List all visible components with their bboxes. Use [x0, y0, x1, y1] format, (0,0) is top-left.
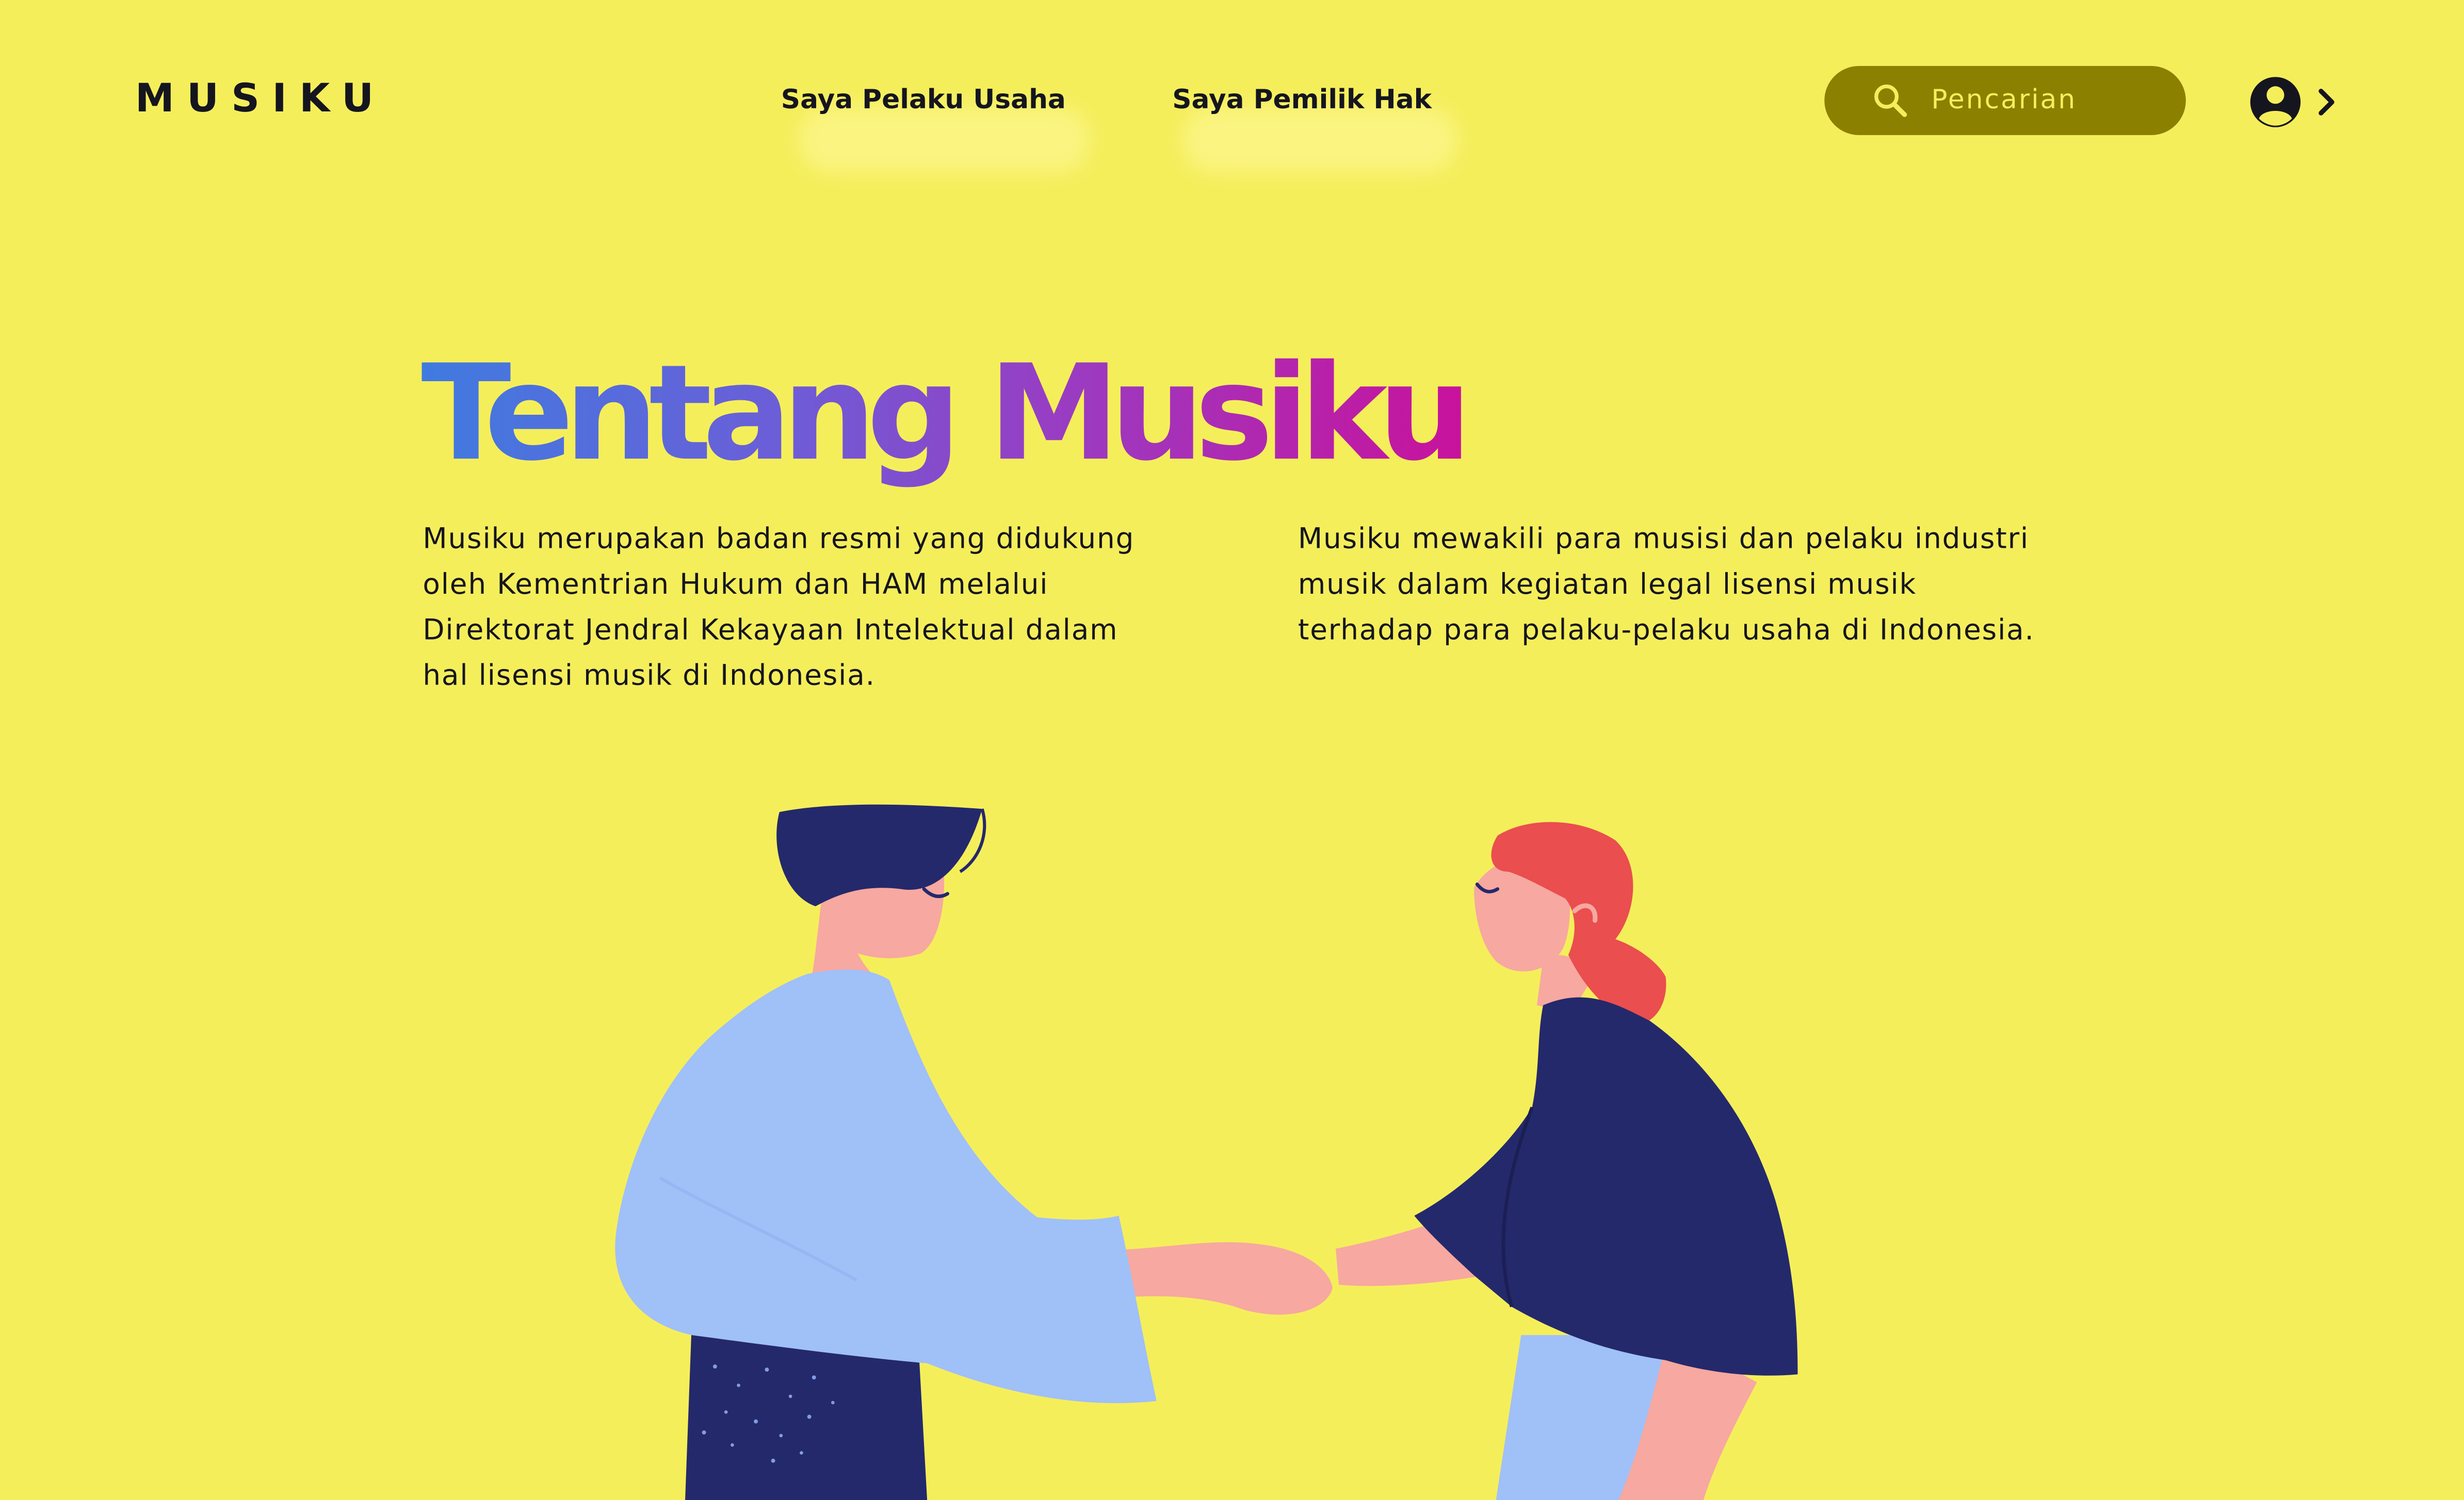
page: MUSIKU Saya Pelaku Usaha Saya Pemilik Ha…	[0, 0, 2464, 1500]
handshake-illustration	[615, 804, 1798, 1500]
search-placeholder: Pencarian	[1931, 85, 2077, 117]
woman-figure	[1336, 822, 1798, 1500]
logo[interactable]: MUSIKU	[135, 75, 386, 122]
search-input[interactable]: Pencarian	[1824, 66, 2186, 135]
user-circle-icon	[2250, 77, 2301, 127]
about-paragraph-2: Musiku mewakili para musisi dan pelaku i…	[1298, 523, 2035, 647]
nav-link-pemilik-hak[interactable]: Saya Pemilik Hak	[1172, 81, 1432, 119]
about-paragraph-1: Musiku merupakan badan resmi yang diduku…	[423, 523, 1135, 693]
man-figure	[615, 804, 1333, 1500]
page-title: Tentang Musiku	[421, 327, 1472, 499]
chevron-right-icon	[2319, 89, 2335, 116]
nav-link-pelaku-usaha[interactable]: Saya Pelaku Usaha	[781, 81, 1066, 119]
account-menu-button[interactable]	[2247, 72, 2342, 132]
search-icon	[1874, 84, 1907, 117]
